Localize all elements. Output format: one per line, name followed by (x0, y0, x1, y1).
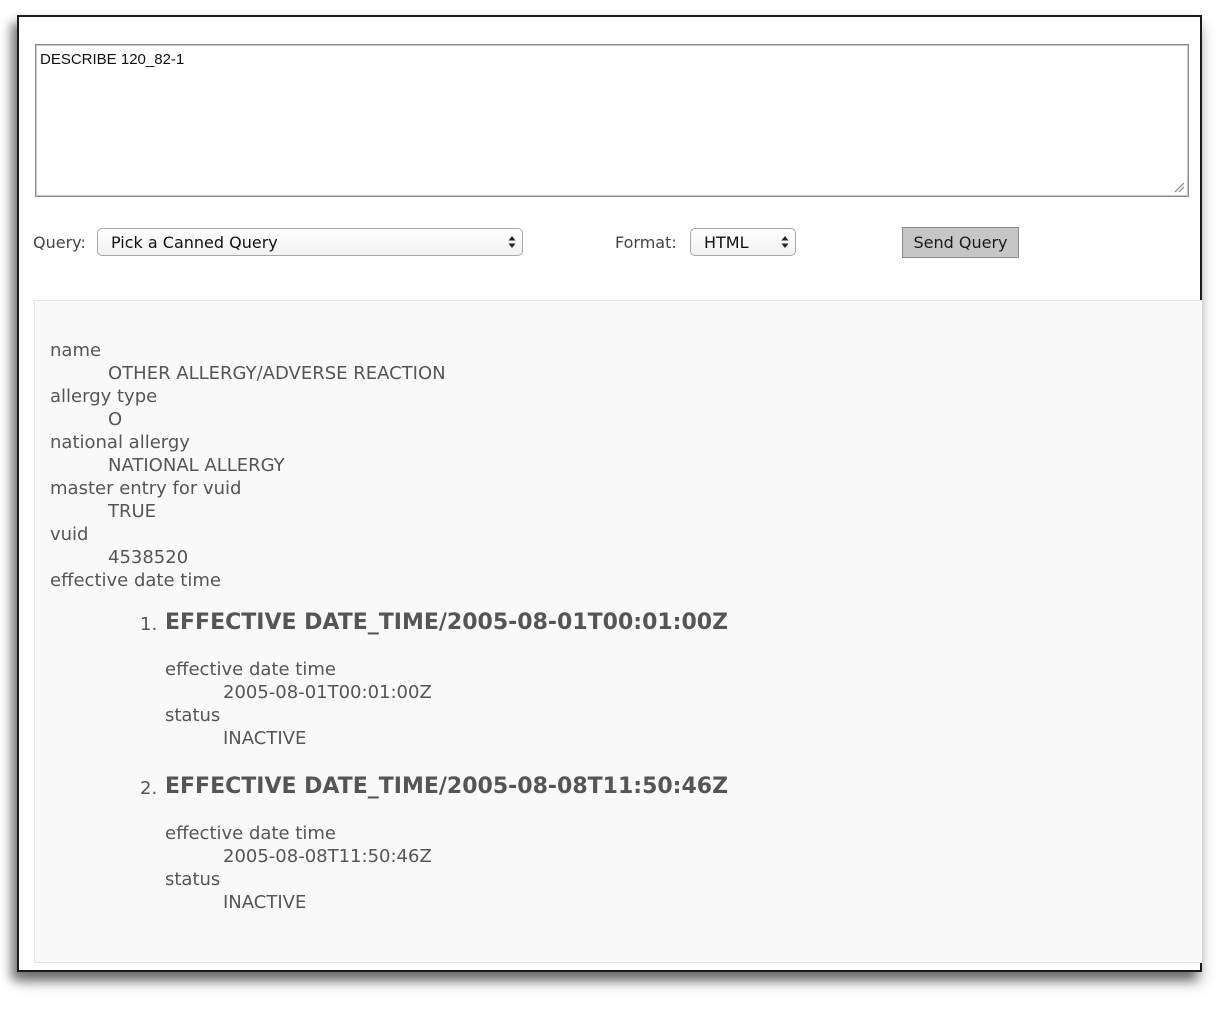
query-label: Query: (33, 233, 86, 252)
format-select[interactable]: HTML (690, 228, 796, 256)
canned-query-select[interactable]: Pick a Canned Query (97, 228, 523, 256)
prop-value-vuid: 4538520 (108, 547, 189, 568)
entry-date-label: effective date time (165, 823, 336, 844)
prop-label-effective-date-time: effective date time (50, 570, 221, 591)
prop-value-name: OTHER ALLERGY/ADVERSE REACTION (108, 363, 446, 384)
effective-entry: 2. EFFECTIVE DATE_TIME/2005-08-08T11:50:… (50, 772, 728, 914)
prop-label-national-allergy: national allergy (50, 432, 190, 453)
query-textarea[interactable]: DESCRIBE 120_82-1 (35, 44, 1189, 197)
entry-title: EFFECTIVE DATE_TIME/2005-08-08T11:50:46Z (165, 774, 729, 799)
entry-status-label: status (165, 705, 221, 726)
entry-status-value: INACTIVE (223, 892, 307, 913)
prop-label-allergy-type: allergy type (50, 386, 158, 407)
query-controls: Query: Pick a Canned Query Format: HTML … (33, 227, 1183, 259)
entry-number: 1. (140, 614, 158, 635)
format-select-value: HTML (704, 233, 749, 252)
prop-value-master-entry: TRUE (108, 501, 157, 522)
prop-label-master-entry: master entry for vuid (50, 478, 242, 499)
prop-label-name: name (50, 340, 102, 361)
result-content: name OTHER ALLERGY/ADVERSE REACTION alle… (50, 339, 728, 914)
entry-status-value: INACTIVE (223, 728, 307, 749)
result-panel: name OTHER ALLERGY/ADVERSE REACTION alle… (34, 300, 1202, 963)
query-window: DESCRIBE 120_82-1 Query: Pick a Canned Q… (17, 15, 1202, 972)
updown-arrows-icon (781, 236, 789, 248)
entry-date-value: 2005-08-01T00:01:00Z (223, 682, 432, 703)
entry-date-value: 2005-08-08T11:50:46Z (223, 846, 432, 867)
entry-date-label: effective date time (165, 659, 336, 680)
query-text: DESCRIBE 120_82-1 (40, 51, 185, 68)
entry-status-label: status (165, 869, 221, 890)
prop-label-vuid: vuid (50, 524, 89, 545)
prop-value-allergy-type: O (108, 409, 123, 430)
entry-number: 2. (140, 778, 158, 799)
canned-query-select-value: Pick a Canned Query (111, 233, 278, 252)
entry-title: EFFECTIVE DATE_TIME/2005-08-01T00:01:00Z (165, 610, 729, 635)
effective-entry: 1. EFFECTIVE DATE_TIME/2005-08-01T00:01:… (50, 608, 728, 750)
resize-grip-icon[interactable] (1173, 181, 1185, 193)
updown-arrows-icon (508, 236, 516, 248)
prop-value-national-allergy: NATIONAL ALLERGY (108, 455, 285, 476)
format-label: Format: (615, 233, 677, 252)
send-query-button[interactable]: Send Query (902, 227, 1019, 258)
